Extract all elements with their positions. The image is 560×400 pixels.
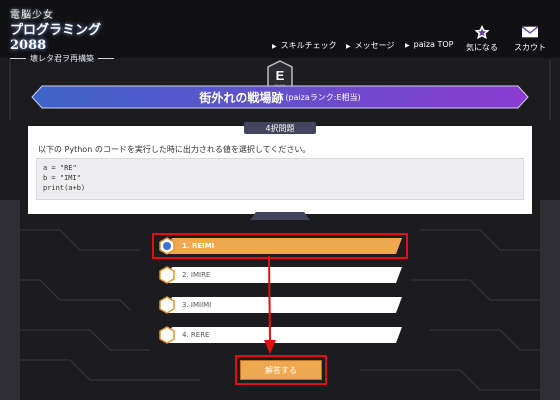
nav-arrow-icon: ▶ xyxy=(405,42,410,49)
nav-arrow-icon: ▶ xyxy=(346,43,351,50)
nav-item-label: スキルチェック xyxy=(280,41,337,50)
envelope-icon xyxy=(521,26,539,38)
radio-icon xyxy=(159,266,175,284)
code-line: print(a+b) xyxy=(43,184,86,192)
nav-item-label: メッセージ xyxy=(354,41,395,50)
nav-item-paiza-top[interactable]: ▶ paiza TOP xyxy=(405,40,453,49)
game-logo[interactable]: 電脳少女 プログラミング2088 壊レタ君ヲ再構築 xyxy=(10,6,130,64)
code-block: a = "RE" b = "IMI" print(a+b) xyxy=(36,158,524,200)
favorites-button[interactable]: 気になる xyxy=(460,24,504,53)
logo-dash-right xyxy=(98,58,114,59)
question-text: 以下の Python のコードを実行した時に出力される値を選択してください。 xyxy=(38,145,311,154)
answer-option-3[interactable]: 3. IMIIMI xyxy=(158,296,402,314)
highlight-box-option xyxy=(152,233,408,259)
stage-title-ribbon: 街外れの戦場跡 (paizaランク:E相当) xyxy=(30,84,530,110)
panel-notch xyxy=(250,212,310,220)
code-line: b = "IMI" xyxy=(43,174,81,182)
star-icon xyxy=(474,24,490,40)
favorites-label: 気になる xyxy=(466,43,498,52)
annotation-arrow-icon xyxy=(264,256,276,354)
option-label: 3. IMIIMI xyxy=(182,301,212,309)
nav-arrow-icon: ▶ xyxy=(272,43,277,50)
radio-icon xyxy=(159,296,175,314)
logo-subtitle: 壊レタ君ヲ再構築 xyxy=(30,54,94,63)
option-label: 4. RERE xyxy=(182,331,210,339)
answer-option-2[interactable]: 2. IMIRE xyxy=(158,266,402,284)
question-type-tab: 4択問題 xyxy=(244,122,316,134)
rank-badge-letter: E xyxy=(276,68,285,83)
site-header: 電脳少女 プログラミング2088 壊レタ君ヲ再構築 ▶ スキルチェック ▶ メッセー… xyxy=(0,0,560,63)
logo-dash-left xyxy=(10,58,26,59)
scout-label: スカウト xyxy=(514,43,546,52)
logo-line3: 壊レタ君ヲ再構築 xyxy=(10,53,130,64)
scout-button[interactable]: スカウト xyxy=(508,24,552,53)
code-line: a = "RE" xyxy=(43,164,77,172)
stage-title: 街外れの戦場跡 (paizaランク:E相当) xyxy=(30,84,530,110)
nav-item-skillcheck[interactable]: ▶ スキルチェック xyxy=(272,40,337,51)
stage-title-text: 街外れの戦場跡 xyxy=(199,90,284,105)
stage-rank-text: (paizaランク:E相当) xyxy=(285,92,361,102)
nav-item-label: paiza TOP xyxy=(413,40,454,49)
highlight-box-submit xyxy=(235,355,327,385)
answer-option-4[interactable]: 4. RERE xyxy=(158,326,402,344)
nav-item-messages[interactable]: ▶ メッセージ xyxy=(346,40,394,51)
option-label: 2. IMIRE xyxy=(182,271,211,279)
radio-icon xyxy=(159,326,175,344)
